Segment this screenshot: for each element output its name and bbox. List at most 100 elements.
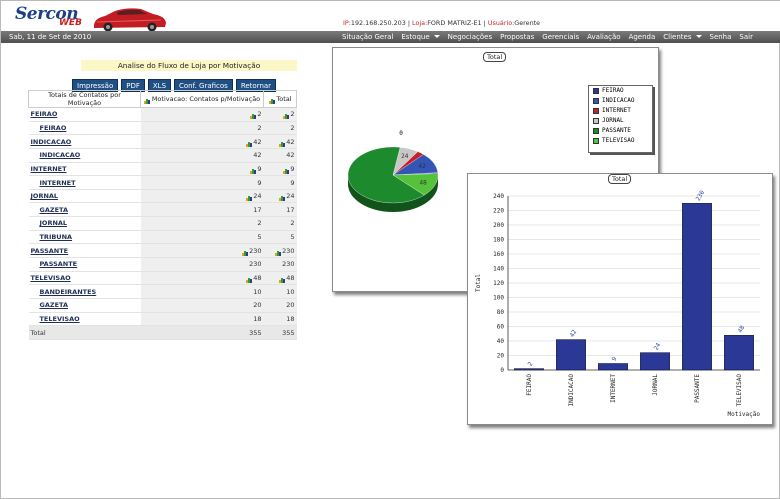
row-link[interactable]: INDICACAO <box>31 138 72 146</box>
pie-slice-label: 24 <box>401 153 409 160</box>
legend-label: INDICACAO <box>602 97 635 104</box>
row-total: 5 <box>290 233 295 242</box>
menu-senha[interactable]: Senha <box>710 33 732 41</box>
row-value: 9 <box>257 164 262 173</box>
chart-icon[interactable] <box>144 96 151 104</box>
x-axis-label: Motivação <box>727 411 760 418</box>
chart-icon[interactable] <box>274 248 282 256</box>
row-link[interactable]: GAZETA <box>40 206 68 214</box>
row-label-cell: FEIRAO <box>28 107 141 122</box>
row-link[interactable]: TRIBUNA <box>40 233 73 241</box>
bar-chart-window[interactable]: Total 0 20 40 60 80 100 120 140 160 180 200 220 240 2… <box>467 173 773 425</box>
row-value-cell: 42 <box>140 134 264 149</box>
col-header-total-label: Total <box>276 95 292 103</box>
menu-sair[interactable]: Sair <box>739 33 753 41</box>
chart-icon[interactable] <box>278 275 286 283</box>
row-link[interactable]: BANDEIRANTES <box>40 288 97 296</box>
row-total-cell: 230 <box>263 243 297 259</box>
row-value: 20 <box>253 301 262 310</box>
chart-icon[interactable] <box>245 275 253 283</box>
chart-icon[interactable] <box>241 248 249 256</box>
chart-icon[interactable] <box>278 193 286 202</box>
y-tick-label: 0 <box>500 367 504 374</box>
bar[interactable] <box>682 203 712 371</box>
row-link[interactable]: PASSANTE <box>31 247 69 255</box>
row-value-cell: 24 <box>140 189 264 204</box>
row-link[interactable]: JORNAL <box>31 192 59 200</box>
menu-propostas[interactable]: Propostas <box>500 33 534 41</box>
row-total: 17 <box>286 205 295 214</box>
row-value-cell: 9 <box>140 175 264 190</box>
bar[interactable] <box>556 339 586 371</box>
bar[interactable] <box>598 363 628 371</box>
report-table: Totais de Contatos por Motivação Motivac… <box>28 90 297 340</box>
table-row: FEIRAO 2 2 <box>28 121 297 136</box>
table-row: JORNAL 24 24 <box>28 189 297 204</box>
row-link[interactable]: JORNAL <box>40 219 68 227</box>
row-link[interactable]: INDICACAO <box>40 151 81 159</box>
row-total: 230 <box>282 260 295 269</box>
legend-swatch <box>593 87 599 94</box>
legend-item: TELEVISAO <box>589 136 652 146</box>
y-tick-label: 160 <box>493 251 504 258</box>
row-link[interactable]: INTERNET <box>40 179 76 187</box>
chart-icon[interactable] <box>278 139 286 147</box>
chart-icon[interactable] <box>245 139 253 147</box>
row-total-cell: 18 <box>263 312 297 327</box>
row-value-cell: 20 <box>140 298 264 313</box>
sercon-logo[interactable]: Sercon WEB <box>15 4 90 28</box>
col-header-motivacao: Totais de Contatos por Motivação <box>28 90 141 108</box>
menu-estoque[interactable]: Estoque <box>401 33 439 41</box>
chart-icon[interactable] <box>245 193 253 202</box>
chart-icon[interactable] <box>282 166 290 174</box>
row-link[interactable]: TELEVISAO <box>40 315 80 323</box>
row-value: 42 <box>253 137 262 146</box>
row-link[interactable]: GAZETA <box>40 301 68 309</box>
row-total: 2 <box>290 123 295 132</box>
row-total-cell: 9 <box>263 162 297 177</box>
y-tick-label: 60 <box>497 324 505 331</box>
chart-icon[interactable] <box>268 96 275 104</box>
menu-negociacoes[interactable]: Negociações <box>448 33 492 41</box>
table-row: INDICACAO 42 42 <box>28 148 297 163</box>
chart-icon[interactable] <box>249 111 257 120</box>
menu-situacao-geral[interactable]: Situação Geral <box>342 33 393 41</box>
row-value: 10 <box>253 287 262 296</box>
table-row: INDICACAO 42 42 <box>28 134 297 149</box>
menu-clientes[interactable]: Clientes <box>663 33 701 41</box>
bar-value-label: 2 <box>527 361 535 368</box>
table-row: PASSANTE 230 230 <box>28 257 297 272</box>
bar-value-label: 24 <box>653 342 663 352</box>
chart-icon[interactable] <box>282 111 290 120</box>
bar[interactable] <box>514 368 544 371</box>
row-total-cell: 230 <box>263 257 297 272</box>
bar[interactable] <box>640 352 670 371</box>
row-link[interactable]: FEIRAO <box>40 124 67 132</box>
row-label-cell: PASSANTE <box>28 257 141 272</box>
row-total-cell: 42 <box>263 148 297 163</box>
row-value: 18 <box>253 314 262 323</box>
row-value-cell: 2 <box>140 121 264 136</box>
y-tick-label: 100 <box>493 295 504 302</box>
row-link[interactable]: FEIRAO <box>31 110 58 118</box>
row-value: 230 <box>249 246 262 255</box>
row-link[interactable]: PASSANTE <box>40 260 78 268</box>
menu-gerenciais[interactable]: Gerenciais <box>542 33 579 41</box>
row-total: 20 <box>286 301 295 310</box>
row-total-cell: 355 <box>263 325 297 340</box>
row-total: 230 <box>282 246 295 255</box>
report-table-body: FEIRAO 2 2 FEIRAO 2 2 INDICACAO 42 42 INDICACAO 42… <box>28 107 297 340</box>
table-row: PASSANTE 230 230 <box>28 243 297 259</box>
row-link[interactable]: TELEVISAO <box>31 274 71 282</box>
row-value-cell: 2 <box>140 216 264 231</box>
bar[interactable] <box>724 334 754 371</box>
row-total: 18 <box>286 314 295 323</box>
table-row: GAZETA 20 20 <box>28 298 297 313</box>
menu-avaliacao[interactable]: Avaliação <box>587 33 620 41</box>
chart-icon[interactable] <box>249 166 257 174</box>
loja-value: FORD MATRIZ-E1 <box>427 19 482 27</box>
row-link[interactable]: INTERNET <box>31 165 67 173</box>
row-label-cell: INTERNET <box>28 175 141 190</box>
row-label-cell: TELEVISAO <box>28 271 141 286</box>
menu-agenda[interactable]: Agenda <box>629 33 656 41</box>
